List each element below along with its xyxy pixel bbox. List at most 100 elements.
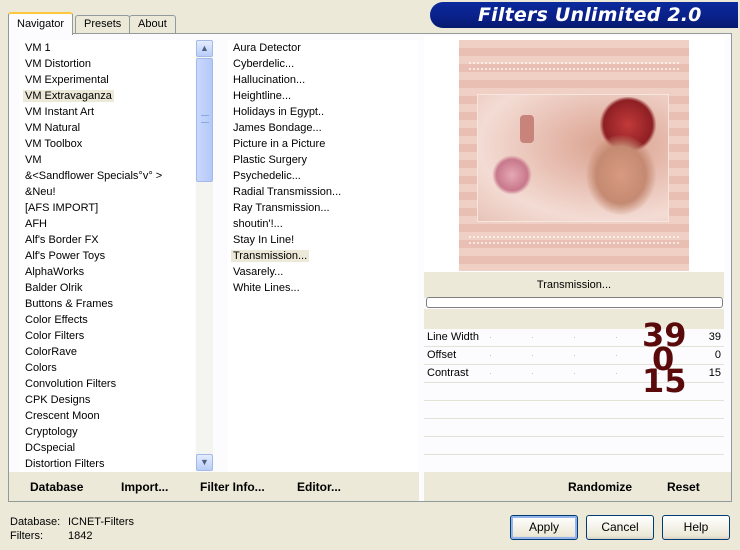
category-scrollbar[interactable]: ▲ ▼	[196, 40, 213, 471]
filter-item[interactable]: Radial Transmission...	[228, 184, 418, 200]
param-value: 0	[714, 349, 721, 361]
filter-item[interactable]: James Bondage...	[228, 120, 418, 136]
apply-button[interactable]: Apply	[510, 515, 578, 540]
category-item[interactable]: &<Sandflower Specials°v° >	[20, 168, 195, 184]
category-item[interactable]: Colors	[20, 360, 195, 376]
reset-button[interactable]: Reset	[667, 480, 700, 494]
filter-item[interactable]: Transmission...	[228, 248, 418, 264]
category-item[interactable]: Alf's Border FX	[20, 232, 195, 248]
cancel-button[interactable]: Cancel	[586, 515, 654, 540]
category-item[interactable]: VM Instant Art	[20, 104, 195, 120]
filter-item[interactable]: Vasarely...	[228, 264, 418, 280]
category-item[interactable]: Color Filters	[20, 328, 195, 344]
category-item[interactable]: Balder Olrik	[20, 280, 195, 296]
category-item-label: VM Extravaganza	[23, 90, 114, 102]
editor-button[interactable]: Editor...	[297, 480, 341, 494]
scroll-up-arrow-icon[interactable]: ▲	[196, 40, 213, 57]
category-item[interactable]: VM 1	[20, 40, 195, 56]
filter-item-label: Transmission...	[231, 250, 310, 262]
category-item[interactable]: VM Experimental	[20, 72, 195, 88]
category-item[interactable]: CPK Designs	[20, 392, 195, 408]
param-label: Contrast	[427, 367, 469, 379]
category-item-label: [AFS IMPORT]	[25, 202, 99, 214]
category-item-label: Alf's Border FX	[25, 234, 99, 246]
filter-item-label: Stay In Line!	[233, 234, 295, 246]
database-button[interactable]: Database	[30, 480, 83, 494]
category-item[interactable]: VM Natural	[20, 120, 195, 136]
scrollbar-thumb[interactable]	[196, 58, 213, 182]
preview-picture	[477, 94, 669, 222]
lace-decoration-bottom	[469, 236, 679, 244]
category-item[interactable]: VM Distortion	[20, 56, 195, 72]
category-item-label: Cryptology	[25, 426, 78, 438]
category-item-label: VM Instant Art	[25, 106, 95, 118]
category-item[interactable]: VM Extravaganza	[20, 88, 195, 104]
category-item-label: AlphaWorks	[25, 266, 85, 278]
category-item[interactable]: &Neu!	[20, 184, 195, 200]
empty-param-row	[424, 455, 724, 473]
filter-item-label: Ray Transmission...	[233, 202, 330, 214]
database-label: Database:	[10, 516, 61, 528]
scroll-down-arrow-icon[interactable]: ▼	[196, 454, 213, 471]
filter-item[interactable]: Psychedelic...	[228, 168, 418, 184]
app-title: Filters Unlimited 2.0	[478, 4, 702, 26]
category-item[interactable]: AlphaWorks	[20, 264, 195, 280]
category-item-label: VM 1	[25, 42, 51, 54]
category-item[interactable]: AFH	[20, 216, 195, 232]
category-item-label: Distortion Filters	[25, 458, 105, 470]
filter-item-label: Hallucination...	[233, 74, 306, 86]
param-label: Offset	[427, 349, 457, 361]
filter-item[interactable]: Cyberdelic...	[228, 56, 418, 72]
category-item[interactable]: VM Toolbox	[20, 136, 195, 152]
category-item[interactable]: Distortion Filters	[20, 456, 195, 472]
filter-item[interactable]: White Lines...	[228, 280, 418, 296]
empty-param-row	[424, 437, 724, 455]
category-item[interactable]: Color Effects	[20, 312, 195, 328]
category-item[interactable]: VM	[20, 152, 195, 168]
filter-item[interactable]: Picture in a Picture	[228, 136, 418, 152]
category-item-label: Convolution Filters	[25, 378, 117, 390]
filter-item-label: Picture in a Picture	[233, 138, 326, 150]
filter-item[interactable]: Plastic Surgery	[228, 152, 418, 168]
category-item[interactable]: Crescent Moon	[20, 408, 195, 424]
category-item-label: VM Distortion	[25, 58, 92, 70]
category-item[interactable]: ColorRave	[20, 344, 195, 360]
filter-list[interactable]: Aura Detector Cyberdelic... Hallucination.…	[228, 40, 418, 472]
preset-link-bar: Randomize Reset	[424, 472, 731, 501]
help-button[interactable]: Help	[662, 515, 730, 540]
title-banner: Filters Unlimited 2.0	[430, 2, 738, 28]
category-item[interactable]: DCspecial	[20, 440, 195, 456]
import-button[interactable]: Import...	[121, 480, 168, 494]
category-item-label: &Neu!	[25, 186, 56, 198]
filter-item-label: Aura Detector	[233, 42, 301, 54]
category-item[interactable]: Buttons & Frames	[20, 296, 195, 312]
filter-item-label: White Lines...	[233, 282, 300, 294]
filter-item-label: James Bondage...	[233, 122, 322, 134]
progress-bar	[426, 297, 723, 308]
category-item[interactable]: Alf's Power Toys	[20, 248, 195, 264]
category-item-label: Alf's Power Toys	[25, 250, 106, 262]
category-item[interactable]: Cryptology	[20, 424, 195, 440]
category-item-label: Buttons & Frames	[25, 298, 114, 310]
filter-item[interactable]: Ray Transmission...	[228, 200, 418, 216]
category-item[interactable]: Convolution Filters	[20, 376, 195, 392]
tab-about[interactable]: About	[129, 15, 176, 34]
tab-navigator[interactable]: Navigator	[8, 12, 74, 35]
lace-decoration	[469, 62, 679, 70]
param-label: Line Width	[427, 331, 479, 343]
category-item[interactable]: [AFS IMPORT]	[20, 200, 195, 216]
randomize-button[interactable]: Randomize	[568, 480, 632, 494]
filter-info-button[interactable]: Filter Info...	[200, 480, 265, 494]
filter-item[interactable]: Aura Detector	[228, 40, 418, 56]
category-item-label: Color Effects	[25, 314, 88, 326]
filter-item[interactable]: Stay In Line!	[228, 232, 418, 248]
filter-item[interactable]: Hallucination...	[228, 72, 418, 88]
preview-filter-name: Transmission...	[424, 272, 724, 298]
filter-item[interactable]: Holidays in Egypt..	[228, 104, 418, 120]
filter-item[interactable]: Heightline...	[228, 88, 418, 104]
category-list[interactable]: VM 1 VM Distortion VM Experimental VM Extra…	[20, 40, 195, 472]
tab-presets[interactable]: Presets	[75, 15, 131, 34]
filter-item-label: Vasarely...	[233, 266, 284, 278]
filter-item[interactable]: shoutin'!...	[228, 216, 418, 232]
filter-item-label: Psychedelic...	[233, 170, 301, 182]
